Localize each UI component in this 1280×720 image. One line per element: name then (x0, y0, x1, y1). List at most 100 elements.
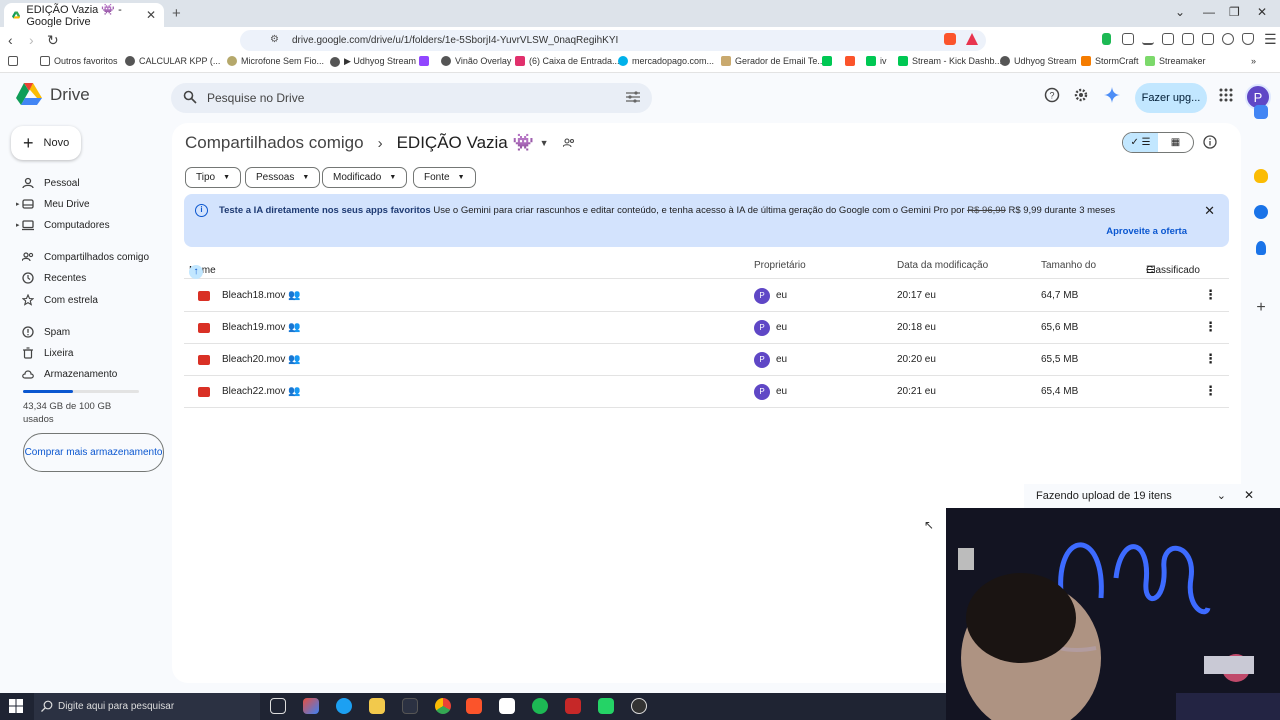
search-bar[interactable]: Pesquise no Drive (171, 83, 652, 113)
calendar-icon[interactable] (1254, 105, 1268, 119)
table-row[interactable]: Bleach18.mov 👥 P eu 20:17 eu 64,7 MB ⋮ (184, 280, 1229, 312)
taskbar-search[interactable]: Digite aqui para pesquisar (34, 693, 260, 720)
column-size-header[interactable]: Tamanho do (1041, 260, 1096, 271)
more-actions-icon[interactable]: ⋮ (1204, 351, 1217, 367)
apps-grid-icon[interactable] (8, 56, 18, 66)
sidebar-item-storage[interactable]: Armazenamento (22, 368, 162, 380)
vpn-shield-icon[interactable] (1242, 33, 1254, 45)
forward-icon[interactable]: › (29, 32, 34, 48)
new-button[interactable]: + Novo (11, 126, 81, 160)
edge-icon[interactable] (336, 698, 352, 714)
add-addon-icon[interactable]: + (1254, 300, 1268, 316)
google-apps-icon[interactable] (1218, 87, 1234, 103)
search-options-icon[interactable] (626, 91, 640, 106)
drive-logo[interactable]: Drive (16, 83, 90, 106)
settings-gear-icon[interactable] (1073, 87, 1089, 103)
bookmark-item[interactable]: StormCraft (1081, 56, 1139, 66)
more-actions-icon[interactable]: ⋮ (1204, 383, 1217, 399)
downloads-icon[interactable] (1142, 33, 1154, 45)
taskbar-search-input[interactable]: Digite aqui para pesquisar (58, 701, 174, 712)
sidebar-item-spam[interactable]: Spam (22, 326, 162, 338)
site-info-icon[interactable]: ⚙ (270, 34, 279, 45)
sidebar-item-recent[interactable]: Recentes (22, 272, 162, 284)
expand-arrow-icon[interactable]: ▸ (16, 221, 20, 229)
close-upload-icon[interactable]: ✕ (1244, 488, 1254, 502)
store-icon[interactable] (402, 698, 418, 714)
sidebar-item-trash[interactable]: Lixeira (22, 347, 162, 359)
sidebar-icon[interactable] (1182, 33, 1194, 45)
whatsapp-icon[interactable] (598, 698, 614, 714)
chrome-icon[interactable] (435, 698, 451, 714)
back-icon[interactable]: ‹ (8, 32, 13, 48)
expand-arrow-icon[interactable]: ▸ (16, 200, 20, 208)
brave-icon[interactable] (466, 698, 482, 714)
filter-source-chip[interactable]: Fonte ▼ (413, 167, 476, 188)
wallet-icon[interactable] (1202, 33, 1214, 45)
column-modified-header[interactable]: Data da modificação (897, 260, 988, 271)
sidebar-item-my-drive[interactable]: Meu Drive (22, 198, 162, 210)
task-view-icon[interactable] (270, 698, 286, 714)
bookmark-item[interactable]: ▶ Udhyog Stream (330, 56, 416, 67)
info-icon[interactable] (1203, 135, 1217, 149)
collapse-chevron-icon[interactable]: ⌄ (1217, 489, 1226, 502)
file-explorer-icon[interactable] (369, 698, 385, 714)
column-owner-header[interactable]: Proprietário (754, 260, 806, 271)
sidebar-item-computers[interactable]: Computadores (22, 219, 162, 231)
shared-folder-icon[interactable] (562, 138, 575, 148)
file-name[interactable]: Bleach18.mov (222, 290, 285, 301)
gemini-icon[interactable] (1104, 87, 1120, 103)
screenshot-icon[interactable] (1162, 33, 1174, 45)
windows-start-icon[interactable] (9, 699, 23, 713)
more-bookmarks-icon[interactable]: » (1251, 56, 1256, 66)
voicemeeter-icon[interactable] (565, 698, 581, 714)
help-icon[interactable]: ? (1044, 87, 1060, 103)
banner-offer-link[interactable]: Aproveite a oferta (1106, 226, 1187, 237)
browser-menu-icon[interactable]: ☰ (1264, 31, 1277, 48)
minimize-icon[interactable]: — (1203, 5, 1215, 19)
bookmark-item[interactable]: Outros favoritos (40, 56, 118, 66)
more-actions-icon[interactable]: ⋮ (1204, 319, 1217, 335)
contacts-icon[interactable] (1256, 241, 1266, 255)
keep-icon[interactable] (1254, 169, 1268, 183)
address-bar[interactable]: ⚙ drive.google.com/drive/u/1/folders/1e-… (240, 30, 986, 51)
sidebar-item-shared-with-me[interactable]: Compartilhados comigo (22, 251, 162, 263)
table-row[interactable]: Bleach22.mov 👥 P eu 20:21 eu 65,4 MB ⋮ (184, 376, 1229, 408)
bookmark-item[interactable]: Streamaker (1145, 56, 1206, 66)
spotify-icon[interactable] (532, 698, 548, 714)
table-row[interactable]: Bleach19.mov 👥 P eu 20:18 eu 65,6 MB ⋮ (184, 312, 1229, 344)
grid-view-button[interactable]: ▦ (1158, 133, 1193, 152)
bookmark-item[interactable]: Vinão Overlay (441, 56, 511, 66)
bookmark-item[interactable]: Stream - Kick Dashb... (898, 56, 1002, 66)
bookmark-item[interactable]: CALCULAR KPP (... (125, 56, 220, 66)
bookmark-item[interactable]: Microfone Sem Fio... (227, 56, 324, 66)
file-name[interactable]: Bleach20.mov (222, 354, 285, 365)
sort-ascending-icon[interactable]: ↑ (189, 265, 203, 279)
bookmark-item[interactable]: (6) Caixa de Entrada... (515, 56, 620, 66)
bookmark-item[interactable]: iv (866, 56, 887, 66)
more-actions-icon[interactable]: ⋮ (1204, 287, 1217, 303)
sidebar-item-personal[interactable]: Pessoal (22, 177, 162, 189)
extensions-icon[interactable] (1122, 33, 1134, 45)
tab-search-icon[interactable]: ⌄ (1175, 5, 1185, 19)
folder-menu-chevron-icon[interactable]: ▼ (540, 138, 549, 148)
bookmark-item[interactable]: Gerador de Email Te... (721, 56, 825, 66)
breadcrumb-parent[interactable]: Compartilhados comigo (185, 133, 364, 153)
window-close-icon[interactable]: ✕ (1257, 5, 1267, 19)
bookmark-item[interactable] (822, 56, 832, 66)
filter-type-chip[interactable]: Tipo ▼ (185, 167, 242, 188)
close-tab-icon[interactable]: ✕ (146, 8, 156, 22)
filter-modified-chip[interactable]: Modificado ▼ (322, 167, 408, 188)
leo-ai-icon[interactable] (1222, 33, 1234, 45)
browser-tab[interactable]: EDIÇÃO Vazia 👾 - Google Drive ✕ (4, 3, 164, 28)
bookmark-item[interactable]: Udhyog Stream (1000, 56, 1077, 66)
brave-shield-icon[interactable] (944, 33, 956, 45)
filter-people-chip[interactable]: Pessoas ▼ (245, 167, 321, 188)
restore-icon[interactable]: ❐ (1229, 5, 1240, 19)
bookmark-item[interactable] (419, 56, 429, 66)
sidebar-item-starred[interactable]: Com estrela (22, 294, 162, 306)
tasks-icon[interactable] (1254, 205, 1268, 219)
bookmark-item[interactable] (845, 56, 855, 66)
search-input[interactable]: Pesquise no Drive (207, 91, 304, 105)
reload-icon[interactable]: ↻ (47, 32, 59, 49)
file-name[interactable]: Bleach19.mov (222, 322, 285, 333)
